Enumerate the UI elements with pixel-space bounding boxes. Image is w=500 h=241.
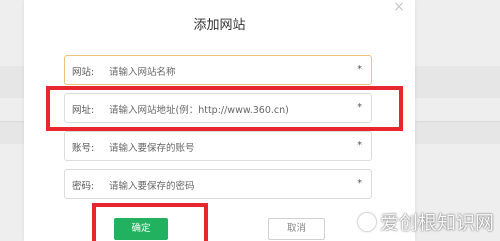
required-mark: * xyxy=(357,178,362,189)
watermark-text: 爱创根知识网 xyxy=(379,212,494,234)
cancel-button[interactable]: 取消 xyxy=(268,218,325,240)
website-name-field[interactable]: 网站: 请输入网站名称 * xyxy=(64,55,372,85)
password-field[interactable]: 密码: 请输入要保存的密码 * xyxy=(64,169,372,199)
watermark-logo-icon xyxy=(357,213,376,231)
password-label: 密码: xyxy=(72,181,95,192)
close-icon[interactable]: × xyxy=(392,0,406,14)
url-field-highlight xyxy=(46,86,403,131)
dialog-title: 添加网站 xyxy=(193,18,246,33)
account-field[interactable]: 账号: 请输入要保存的账号 * xyxy=(64,131,372,161)
watermark: 爱创根知识网 xyxy=(357,208,494,235)
website-name-input[interactable]: 请输入网站名称 xyxy=(109,64,176,78)
website-name-label: 网站: xyxy=(72,67,95,78)
password-input[interactable]: 请输入要保存的密码 xyxy=(109,178,195,192)
required-mark: * xyxy=(357,64,362,75)
required-mark: * xyxy=(357,140,362,151)
account-label: 账号: xyxy=(72,143,95,154)
account-input[interactable]: 请输入要保存的账号 xyxy=(109,140,195,154)
confirm-button-highlight xyxy=(92,203,208,241)
